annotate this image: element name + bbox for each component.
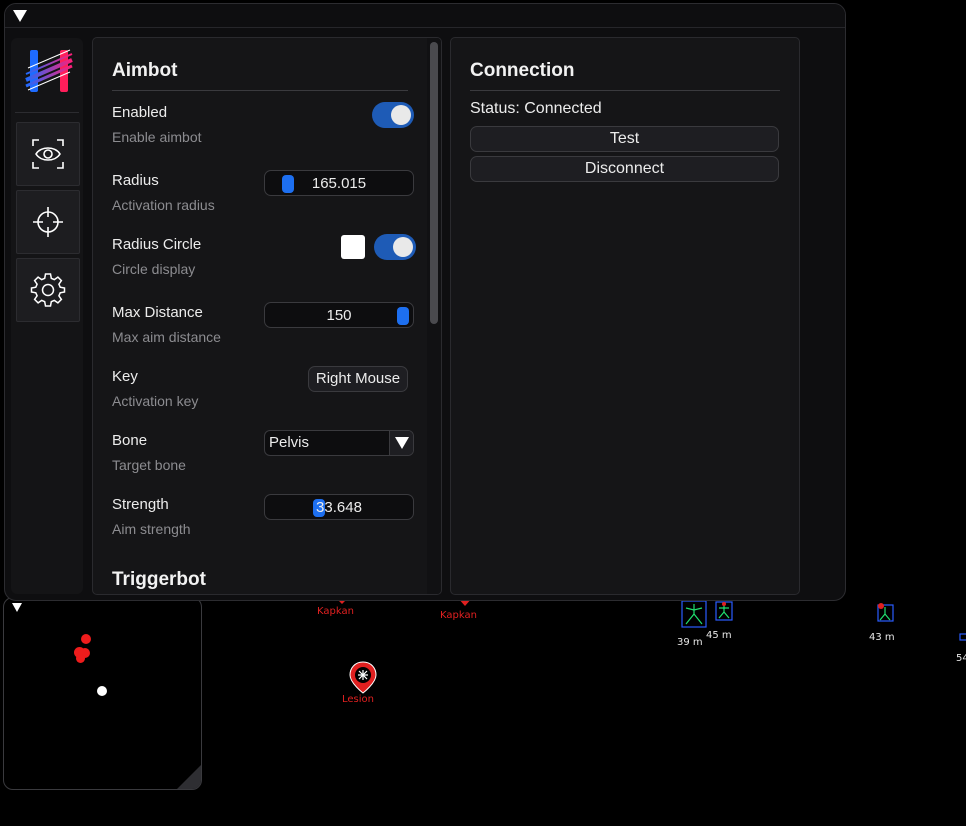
- max-distance-slider[interactable]: 150: [264, 302, 414, 328]
- enabled-label: Enabled: [112, 104, 168, 121]
- radius-circle-toggle[interactable]: [374, 234, 416, 260]
- disconnect-button[interactable]: Disconnect: [470, 156, 779, 182]
- section-title-aimbot: Aimbot: [112, 60, 178, 81]
- sidebar-item-visuals[interactable]: [16, 122, 80, 186]
- radar-window[interactable]: [3, 597, 202, 790]
- esp-distance: 43 m: [869, 632, 895, 643]
- enabled-desc: Enable aimbot: [112, 129, 202, 145]
- strength-slider[interactable]: 33.648: [264, 494, 414, 520]
- scrollbar-thumb[interactable]: [430, 42, 438, 324]
- max-distance-value: 150: [326, 307, 352, 324]
- sidebar-item-settings[interactable]: [16, 258, 80, 322]
- enemy-skeleton: [877, 603, 894, 622]
- enemy-skeleton: [715, 601, 733, 621]
- key-bind-button[interactable]: Right Mouse: [308, 366, 408, 392]
- radius-label: Radius: [112, 172, 159, 189]
- strength-label: Strength: [112, 496, 169, 513]
- radar-resize-handle[interactable]: [177, 765, 201, 789]
- enabled-toggle[interactable]: [372, 102, 414, 128]
- section-divider: [470, 90, 780, 91]
- esp-label-kapkan-1: Kapkan: [317, 606, 354, 617]
- radar-player-dot: [97, 686, 107, 696]
- lesion-marker-icon: [349, 661, 377, 694]
- title-bar[interactable]: [5, 4, 845, 28]
- radius-circle-color-swatch[interactable]: [341, 235, 365, 259]
- key-label: Key: [112, 368, 138, 385]
- aimbot-panel: Aimbot Enabled Enable aimbot Radius Acti…: [92, 37, 442, 595]
- section-title-connection: Connection: [470, 60, 575, 81]
- radius-desc: Activation radius: [112, 197, 215, 213]
- strength-value: 33.648: [316, 499, 362, 516]
- radar-collapse-icon[interactable]: [12, 603, 22, 612]
- key-desc: Activation key: [112, 393, 199, 409]
- sidebar: [11, 38, 83, 594]
- radius-value: 165.015: [311, 175, 367, 192]
- eye-icon: [32, 139, 64, 169]
- bone-desc: Target bone: [112, 457, 186, 473]
- bone-select[interactable]: Pelvis: [264, 430, 414, 456]
- bone-label: Bone: [112, 432, 148, 449]
- strength-desc: Aim strength: [112, 521, 191, 537]
- crosshair-icon: [33, 207, 63, 237]
- app-logo-icon: [25, 49, 73, 92]
- radar-enemy-dot: [81, 634, 91, 644]
- enemy-skeleton: [959, 633, 966, 641]
- sidebar-item-aimbot[interactable]: [16, 190, 80, 254]
- esp-label-kapkan-2: Kapkan: [440, 610, 477, 621]
- esp-distance: 54: [956, 653, 966, 664]
- radar-enemy-dot: [76, 654, 85, 663]
- test-button[interactable]: Test: [470, 126, 779, 152]
- gear-icon: [30, 273, 66, 307]
- connection-panel: Connection Status: Connected Test Discon…: [450, 37, 800, 595]
- aimbot-panel-scrollbar[interactable]: [427, 38, 441, 594]
- radius-slider[interactable]: 165.015: [264, 170, 414, 196]
- section-title-triggerbot: Triggerbot: [112, 569, 206, 590]
- section-divider: [112, 90, 408, 91]
- esp-label-lesion: Lesion: [342, 694, 374, 705]
- sidebar-divider: [15, 112, 79, 113]
- bone-select-value: Pelvis: [269, 434, 310, 451]
- esp-distance: 45 m: [706, 630, 732, 641]
- radius-circle-label: Radius Circle: [112, 236, 202, 253]
- esp-distance: 39 m: [677, 637, 703, 648]
- enemy-skeleton: [681, 600, 707, 628]
- max-distance-desc: Max aim distance: [112, 329, 221, 345]
- max-distance-label: Max Distance: [112, 304, 203, 321]
- main-window: Aimbot Enabled Enable aimbot Radius Acti…: [4, 3, 846, 601]
- chevron-down-icon[interactable]: [389, 431, 413, 455]
- window-collapse-icon[interactable]: [13, 10, 27, 22]
- radius-circle-desc: Circle display: [112, 261, 196, 277]
- connection-status: Status: Connected: [470, 100, 602, 117]
